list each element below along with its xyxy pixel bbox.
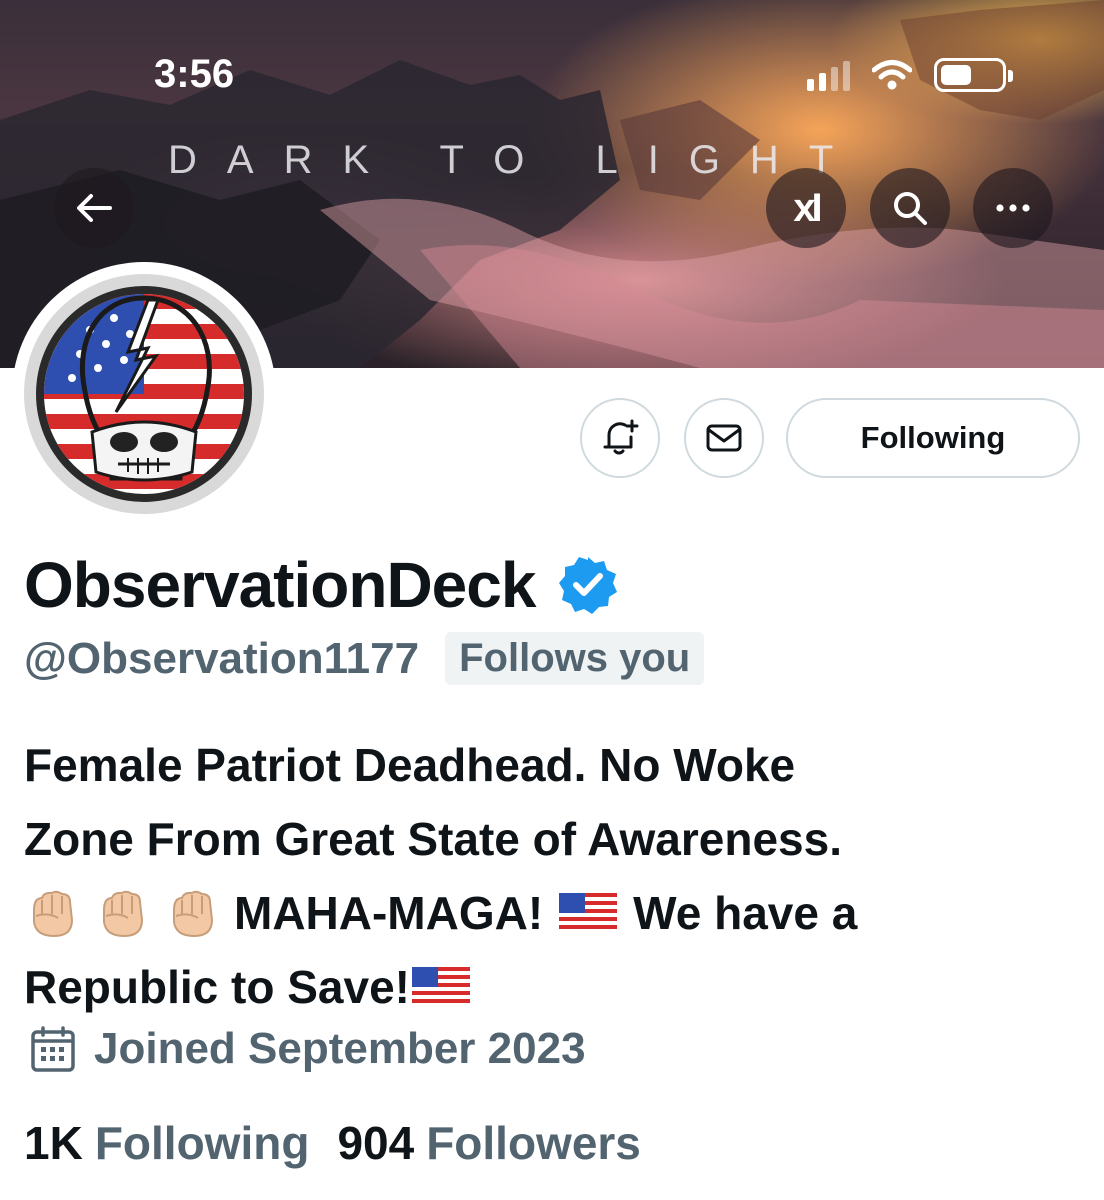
envelope-icon: [706, 424, 742, 452]
raised-fist-emoji: [24, 886, 82, 940]
more-icon: [996, 204, 1030, 212]
cellular-signal-icon: [807, 59, 850, 91]
back-button[interactable]: [54, 168, 134, 248]
notification-bell-icon: [603, 419, 639, 455]
more-options-button[interactable]: [973, 168, 1053, 248]
follow-stats: 1K Following 904 Followers: [24, 1116, 669, 1170]
status-bar-icons: [807, 58, 1013, 92]
wifi-icon: [872, 60, 912, 90]
display-name-text: ObservationDeck: [24, 549, 536, 621]
us-flag-emoji: [411, 967, 470, 1007]
raised-fist-emoji: [94, 886, 152, 940]
status-bar-time: 3:56: [154, 52, 235, 96]
bio-text: MAHA-MAGA!: [234, 887, 544, 939]
profile-bio: Female Patriot Deadhead. No Woke Zone Fr…: [24, 728, 1084, 1024]
grok-icon: xI: [793, 185, 822, 230]
grok-button[interactable]: xI: [766, 168, 846, 248]
follows-you-badge: Follows you: [445, 632, 705, 685]
joined-text: Joined September 2023: [94, 1024, 586, 1073]
search-icon: [894, 192, 927, 225]
following-count[interactable]: 1K: [24, 1116, 83, 1170]
message-button[interactable]: [684, 398, 764, 478]
calendar-icon: [31, 1026, 75, 1072]
bio-line: MAHA-MAGA! We have a: [24, 876, 1084, 950]
verified-badge-icon[interactable]: [557, 554, 619, 616]
bio-text: We have a: [633, 887, 858, 939]
bio-line: Female Patriot Deadhead. No Woke: [24, 739, 796, 791]
battery-icon: [934, 58, 1013, 92]
notifications-button[interactable]: [580, 398, 660, 478]
joined-date: Joined September 2023: [28, 1024, 586, 1074]
banner-title-text: DARK TO LIGHT: [168, 138, 864, 182]
us-flag-emoji: [559, 893, 618, 933]
steal-your-face-skull-icon: [36, 286, 252, 502]
user-handle: @Observation1177: [24, 633, 420, 683]
bio-line: Republic to Save!: [24, 950, 1084, 1024]
followers-link[interactable]: Followers: [426, 1116, 641, 1170]
bio-text: Republic to Save!: [24, 961, 410, 1013]
handle-row: @Observation1177 Follows you: [24, 632, 705, 685]
avatar-image: [24, 274, 264, 514]
raised-fist-emoji: [164, 886, 222, 940]
profile-avatar[interactable]: [12, 262, 276, 526]
display-name: ObservationDeck: [24, 548, 619, 622]
following-link[interactable]: Following: [95, 1116, 310, 1170]
followers-count[interactable]: 904: [337, 1116, 414, 1170]
search-button[interactable]: [870, 168, 950, 248]
bio-line: Zone From Great State of Awareness.: [24, 813, 843, 865]
arrow-left-icon: [77, 194, 112, 222]
following-button[interactable]: Following: [786, 398, 1080, 478]
